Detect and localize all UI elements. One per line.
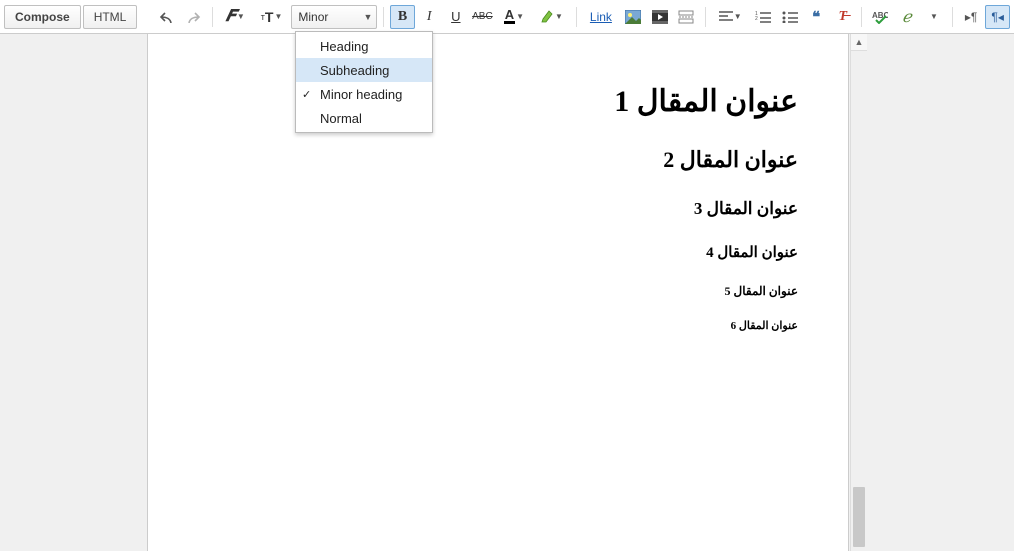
transliteration-button[interactable]: ℯ	[895, 5, 920, 29]
insert-link-button[interactable]: Link	[583, 5, 619, 29]
scroll-thumb[interactable]	[853, 487, 865, 547]
svg-text:ABC: ABC	[872, 11, 888, 20]
chevron-down-icon: ▼	[363, 12, 372, 22]
html-button[interactable]: HTML	[83, 5, 138, 29]
separator	[212, 7, 213, 27]
ltr-icon: ▸¶	[965, 10, 977, 24]
menu-item-label: Heading	[320, 39, 368, 54]
separator	[861, 7, 862, 27]
heading-menu-item[interactable]: ✓ Minor heading	[296, 82, 432, 106]
undo-button[interactable]	[155, 5, 180, 29]
strikethrough-button[interactable]: ABC	[470, 5, 495, 29]
text-color-icon: A	[504, 9, 515, 24]
italic-button[interactable]: I	[417, 5, 442, 29]
separator	[952, 7, 953, 27]
document-page[interactable]: عنوان المقال 1 عنوان المقال 2 عنوان المقال…	[147, 34, 849, 551]
undo-icon	[159, 11, 174, 23]
image-icon	[625, 10, 641, 24]
quote-icon: ❝	[812, 8, 820, 26]
menu-item-label: Subheading	[320, 63, 389, 78]
scroll-track[interactable]	[851, 51, 867, 551]
heading-dropdown[interactable]: Minor ▼	[291, 5, 377, 29]
document-line[interactable]: عنوان المقال 5	[198, 284, 798, 299]
ltr-button[interactable]: ▸¶	[959, 5, 984, 29]
bullet-list-icon	[782, 11, 798, 23]
font-size-button[interactable]: тT▼	[254, 5, 290, 29]
underline-button[interactable]: U	[444, 5, 469, 29]
svg-text:2: 2	[755, 16, 758, 22]
spellcheck-icon: ABC	[872, 10, 888, 24]
insert-jump-button[interactable]	[674, 5, 699, 29]
jump-break-icon	[678, 10, 694, 24]
font-family-button[interactable]: 𝑭▼	[219, 5, 252, 29]
text-color-button[interactable]: A▼	[497, 5, 531, 29]
heading-menu-item[interactable]: Heading	[296, 34, 432, 58]
remove-format-icon: T̶	[838, 9, 847, 25]
remove-format-button[interactable]: T̶	[830, 5, 855, 29]
transliteration-icon: ℯ	[902, 7, 911, 27]
document-line[interactable]: عنوان المقال 2	[198, 147, 798, 173]
heading-menu-item[interactable]: Normal	[296, 106, 432, 130]
numbered-list-icon: 12	[755, 11, 771, 23]
scroll-up-arrow[interactable]: ▲	[851, 34, 867, 51]
compose-button[interactable]: Compose	[4, 5, 81, 29]
video-icon	[652, 10, 668, 24]
editor-area: عنوان المقال 1 عنوان المقال 2 عنوان المقال…	[0, 34, 1014, 551]
heading-menu-item[interactable]: Subheading	[296, 58, 432, 82]
separator	[383, 7, 384, 27]
chevron-down-icon: ▼	[930, 12, 938, 21]
document-line[interactable]: عنوان المقال 1	[198, 84, 798, 119]
insert-image-button[interactable]	[621, 5, 646, 29]
separator	[705, 7, 706, 27]
highlighter-icon	[540, 10, 554, 24]
rtl-button[interactable]: ¶◂	[985, 5, 1010, 29]
document-line[interactable]: عنوان المقال 3	[198, 199, 798, 219]
vertical-scrollbar[interactable]: ▲	[850, 34, 867, 551]
bold-button[interactable]: B	[390, 5, 415, 29]
document-line[interactable]: عنوان المقال 4	[198, 243, 798, 262]
redo-button[interactable]	[181, 5, 206, 29]
check-icon: ✓	[302, 88, 311, 101]
bullet-list-button[interactable]	[777, 5, 802, 29]
document-line[interactable]: عنوان المقال 6	[198, 319, 798, 332]
insert-video-button[interactable]	[648, 5, 673, 29]
language-dropdown-button[interactable]: ▼	[921, 5, 946, 29]
editor-toolbar: Compose HTML 𝑭▼ тT▼ Minor ▼ B I U ABC A▼…	[0, 0, 1014, 34]
highlight-color-button[interactable]: ▼	[533, 5, 570, 29]
redo-icon	[186, 11, 201, 23]
spellcheck-button[interactable]: ABC	[868, 5, 893, 29]
alignment-button[interactable]: ▼	[712, 5, 749, 29]
separator	[576, 7, 577, 27]
quote-button[interactable]: ❝	[804, 5, 829, 29]
heading-dropdown-menu: Heading Subheading ✓ Minor heading Normal	[295, 31, 433, 133]
menu-item-label: Normal	[320, 111, 362, 126]
menu-item-label: Minor heading	[320, 87, 402, 102]
heading-dropdown-value: Minor	[298, 10, 328, 24]
align-icon	[719, 11, 733, 23]
rtl-icon: ¶◂	[991, 10, 1003, 24]
numbered-list-button[interactable]: 12	[751, 5, 776, 29]
